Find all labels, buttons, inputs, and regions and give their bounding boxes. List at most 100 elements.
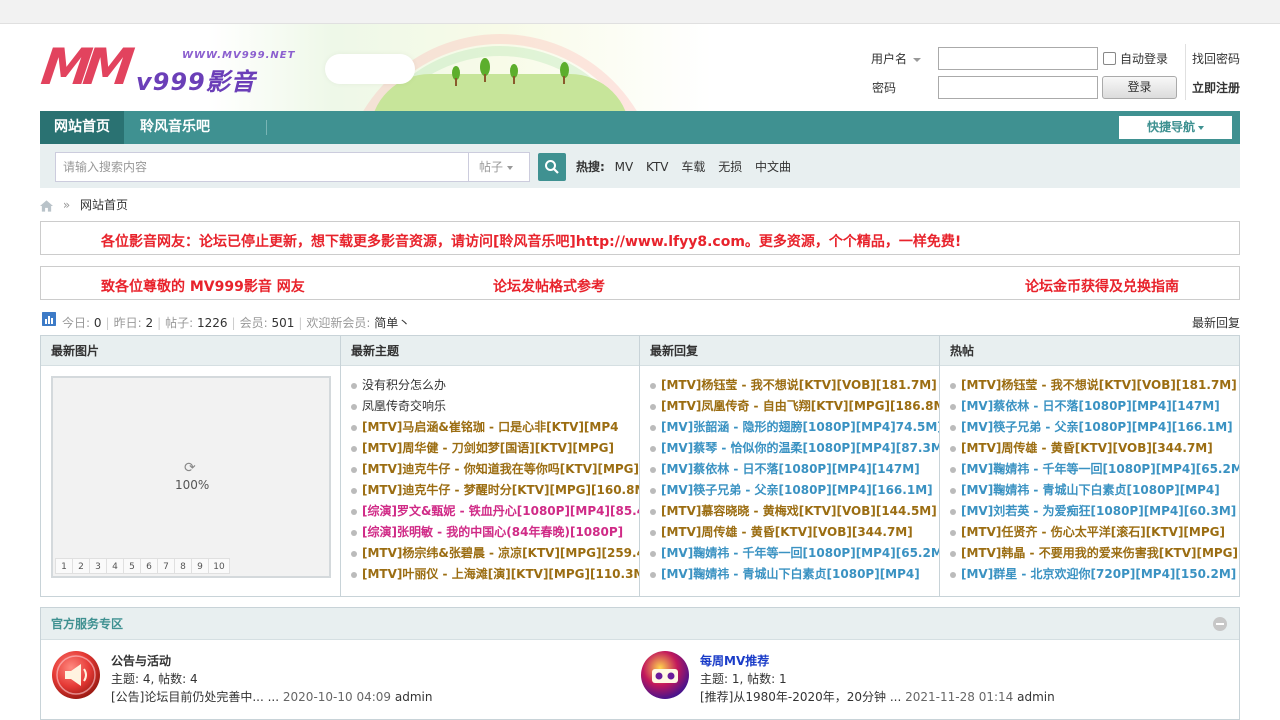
section-title[interactable]: 官方服务专区 xyxy=(41,608,1239,640)
forgot-password-link[interactable]: 找回密码 xyxy=(1192,50,1240,67)
thread-title[interactable]: [MV]蔡依林 - 日不落[1080P][MP4][147M] xyxy=(961,399,1220,413)
hot-thread-item[interactable]: [MV]刘若英 - 为爱痴狂[1080P][MP4][60.3M] xyxy=(950,501,1239,522)
hot-thread-item[interactable]: [MV]筷子兄弟 - 父亲[1080P][MP4][166.1M] xyxy=(950,417,1239,438)
auto-login-label[interactable]: 自动登录 xyxy=(1120,50,1168,67)
reply-item[interactable]: [MTV]杨钰莹 - 我不想说[KTV][VOB][181.7M] xyxy=(650,375,939,396)
search-button[interactable] xyxy=(538,153,566,181)
notice-link-coin-guide[interactable]: 论坛金币获得及兑换指南 xyxy=(1025,276,1179,296)
thread-title[interactable]: [MV]蔡依林 - 日不落[1080P][MP4][147M] xyxy=(661,462,920,476)
slide-page[interactable]: 4 xyxy=(106,558,124,574)
last-post-user[interactable]: admin xyxy=(1017,690,1055,704)
thread-title[interactable]: [MV]筷子兄弟 - 父亲[1080P][MP4][166.1M] xyxy=(661,483,933,497)
password-input[interactable] xyxy=(938,76,1098,99)
thread-item[interactable]: 没有积分怎么办 xyxy=(351,375,639,396)
thread-item[interactable]: [综演]罗文&甄妮 - 铁血丹心[1080P][MP4][85.4M] xyxy=(351,501,639,522)
thread-title[interactable]: [综演]罗文&甄妮 - 铁血丹心[1080P][MP4][85.4M] xyxy=(362,504,639,518)
slide-page[interactable]: 7 xyxy=(157,558,175,574)
thread-title[interactable]: [MV]鞠婧祎 - 青城山下白素贞[1080P][MP4] xyxy=(961,483,1220,497)
reply-item[interactable]: [MV]鞠婧祎 - 千年等一回[1080P][MP4][65.2M] xyxy=(650,543,939,564)
hot-thread-item[interactable]: [MTV]周传雄 - 黄昏[KTV][VOB][344.7M] xyxy=(950,438,1239,459)
hot-keyword[interactable]: 无损 xyxy=(718,160,742,174)
megaphone-icon[interactable] xyxy=(51,650,101,700)
reply-item[interactable]: [MV]张韶涵 - 隐形的翅膀[1080P][MP4]74.5M] xyxy=(650,417,939,438)
latest-reply-link[interactable]: 最新回复 xyxy=(1192,314,1240,331)
thread-title[interactable]: 没有积分怎么办 xyxy=(362,378,446,392)
thread-title[interactable]: [MTV]周传雄 - 黄昏[KTV][VOB][344.7M] xyxy=(661,525,913,539)
announcement-text[interactable]: 各位影音网友：论坛已停止更新，想下载更多影音资源，请访问[聆风音乐吧]http:… xyxy=(101,231,961,251)
register-link[interactable]: 立即注册 xyxy=(1192,79,1240,96)
thread-title[interactable]: [MTV]杨钰莹 - 我不想说[KTV][VOB][181.7M] xyxy=(661,378,937,392)
hot-keyword[interactable]: 中文曲 xyxy=(755,160,791,174)
login-button[interactable]: 登录 xyxy=(1102,76,1177,99)
last-post-link[interactable]: [公告]论坛目前仍处完善中... ... xyxy=(111,690,279,704)
reply-item[interactable]: [MTV]凤凰传奇 - 自由飞翔[KTV][MPG][186.8M] xyxy=(650,396,939,417)
slide-page[interactable]: 5 xyxy=(123,558,141,574)
slide-page[interactable]: 6 xyxy=(140,558,158,574)
slide-page[interactable]: 2 xyxy=(72,558,90,574)
thread-title[interactable]: [MV]鞠婧祎 - 千年等一回[1080P][MP4][65.2M] xyxy=(961,462,1239,476)
thread-item[interactable]: [MTV]叶丽仪 - 上海滩[演][KTV][MPG][110.3M] xyxy=(351,564,639,585)
thread-title[interactable]: [MTV]任贤齐 - 伤心太平洋[滚石][KTV][MPG] xyxy=(961,525,1225,539)
reply-item[interactable]: [MV]蔡琴 - 恰似你的温柔[1080P][MP4][87.3M] xyxy=(650,438,939,459)
hot-thread-item[interactable]: [MV]群星 - 北京欢迎你[720P][MP4][150.2M] xyxy=(950,564,1239,585)
reply-item[interactable]: [MTV]慕容晓晓 - 黄梅戏[KTV][VOB][144.5M] xyxy=(650,501,939,522)
thread-item[interactable]: [MTV]马启涵&崔铭珈 - 口是心非[KTV][MP4 xyxy=(351,417,639,438)
hot-keyword[interactable]: KTV xyxy=(646,160,668,174)
thread-title[interactable]: [MTV]周华健 - 刀剑如梦[国语][KTV][MPG] xyxy=(362,441,614,455)
thread-title[interactable]: [综演]张明敏 - 我的中国心(84年春晚)[1080P] xyxy=(362,525,623,539)
thread-title[interactable]: [MV]蔡琴 - 恰似你的温柔[1080P][MP4][87.3M] xyxy=(661,441,939,455)
image-slideshow[interactable]: ⟳ 100% 1 2 3 4 5 6 7 8 9 10 xyxy=(51,376,331,578)
thread-item[interactable]: [MTV]迪克牛仔 - 你知道我在等你吗[KTV][MPG] xyxy=(351,459,639,480)
thread-title[interactable]: [MTV]韩晶 - 不要用我的爱来伤害我[KTV][MPG] xyxy=(961,546,1238,560)
hot-thread-item[interactable]: [MV]鞠婧祎 - 千年等一回[1080P][MP4][65.2M] xyxy=(950,459,1239,480)
hot-thread-item[interactable]: [MTV]韩晶 - 不要用我的爱来伤害我[KTV][MPG] xyxy=(950,543,1239,564)
breadcrumb-current[interactable]: 网站首页 xyxy=(80,198,128,212)
slide-page[interactable]: 1 xyxy=(55,558,73,574)
thread-title[interactable]: [MTV]凤凰传奇 - 自由飞翔[KTV][MPG][186.8M] xyxy=(661,399,939,413)
hot-keyword[interactable]: MV xyxy=(615,160,634,174)
thread-title[interactable]: [MTV]杨钰莹 - 我不想说[KTV][VOB][181.7M] xyxy=(961,378,1237,392)
thread-title[interactable]: [MTV]杨宗纬&张碧晨 - 凉凉[KTV][MPG][259.4M] xyxy=(362,546,639,560)
thread-item[interactable]: [MTV]迪克牛仔 - 梦醒时分[KTV][MPG][160.8M] xyxy=(351,480,639,501)
thread-item[interactable]: [MTV]杨宗纬&张碧晨 - 凉凉[KTV][MPG][259.4M] xyxy=(351,543,639,564)
hot-thread-item[interactable]: [MTV]任贤齐 - 伤心太平洋[滚石][KTV][MPG] xyxy=(950,522,1239,543)
reply-item[interactable]: [MTV]周传雄 - 黄昏[KTV][VOB][344.7M] xyxy=(650,522,939,543)
nav-item-home[interactable]: 网站首页 xyxy=(40,111,124,144)
reply-item[interactable]: [MV]蔡依林 - 日不落[1080P][MP4][147M] xyxy=(650,459,939,480)
video-icon[interactable] xyxy=(640,650,690,700)
quick-nav-button[interactable]: 快捷导航 xyxy=(1119,116,1232,139)
notice-link-welcome[interactable]: 致各位尊敬的 MV999影音 网友 xyxy=(101,276,305,296)
thread-title[interactable]: [MTV]周传雄 - 黄昏[KTV][VOB][344.7M] xyxy=(961,441,1213,455)
last-post-link[interactable]: [推荐]从1980年-2020年，20分钟 ... xyxy=(700,690,901,704)
thread-title[interactable]: [MV]群星 - 北京欢迎你[720P][MP4][150.2M] xyxy=(961,567,1236,581)
slide-page[interactable]: 10 xyxy=(208,558,230,574)
thread-title[interactable]: [MTV]迪克牛仔 - 你知道我在等你吗[KTV][MPG] xyxy=(362,462,639,476)
hot-thread-item[interactable]: [MTV]杨钰莹 - 我不想说[KTV][VOB][181.7M] xyxy=(950,375,1239,396)
slide-page[interactable]: 8 xyxy=(174,558,192,574)
reply-item[interactable]: [MV]鞠婧祎 - 青城山下白素贞[1080P][MP4] xyxy=(650,564,939,585)
forum-name[interactable]: 公告与活动 xyxy=(111,652,171,669)
hot-keyword[interactable]: 车载 xyxy=(681,160,705,174)
hot-thread-item[interactable]: [MV]蔡依林 - 日不落[1080P][MP4][147M] xyxy=(950,396,1239,417)
site-logo[interactable]: MM WWW.MV999.NET v999影音 xyxy=(38,32,294,96)
last-post-user[interactable]: admin xyxy=(395,690,433,704)
thread-title[interactable]: 凤凰传奇交响乐 xyxy=(362,399,446,413)
thread-title[interactable]: [MV]张韶涵 - 隐形的翅膀[1080P][MP4]74.5M] xyxy=(661,420,939,434)
thread-title[interactable]: [MTV]叶丽仪 - 上海滩[演][KTV][MPG][110.3M] xyxy=(362,567,639,581)
slide-page[interactable]: 3 xyxy=(89,558,107,574)
notice-link-post-format[interactable]: 论坛发帖格式参考 xyxy=(493,276,605,296)
nav-item-music-bar[interactable]: 聆风音乐吧 xyxy=(126,111,224,144)
auto-login-checkbox[interactable] xyxy=(1103,52,1116,65)
thread-title[interactable]: [MV]鞠婧祎 - 青城山下白素贞[1080P][MP4] xyxy=(661,567,920,581)
home-icon[interactable] xyxy=(40,199,53,212)
thread-item[interactable]: [MTV]周华健 - 刀剑如梦[国语][KTV][MPG] xyxy=(351,438,639,459)
thread-title[interactable]: [MTV]迪克牛仔 - 梦醒时分[KTV][MPG][160.8M] xyxy=(362,483,639,497)
collapse-icon[interactable] xyxy=(1213,617,1227,631)
username-label[interactable]: 用户名 xyxy=(871,50,922,67)
thread-title[interactable]: [MV]筷子兄弟 - 父亲[1080P][MP4][166.1M] xyxy=(961,420,1233,434)
username-input[interactable] xyxy=(938,47,1098,70)
thread-title[interactable]: [MV]刘若英 - 为爱痴狂[1080P][MP4][60.3M] xyxy=(961,504,1236,518)
thread-title[interactable]: [MTV]马启涵&崔铭珈 - 口是心非[KTV][MP4 xyxy=(362,420,619,434)
slide-page[interactable]: 9 xyxy=(191,558,209,574)
thread-title[interactable]: [MV]鞠婧祎 - 千年等一回[1080P][MP4][65.2M] xyxy=(661,546,939,560)
